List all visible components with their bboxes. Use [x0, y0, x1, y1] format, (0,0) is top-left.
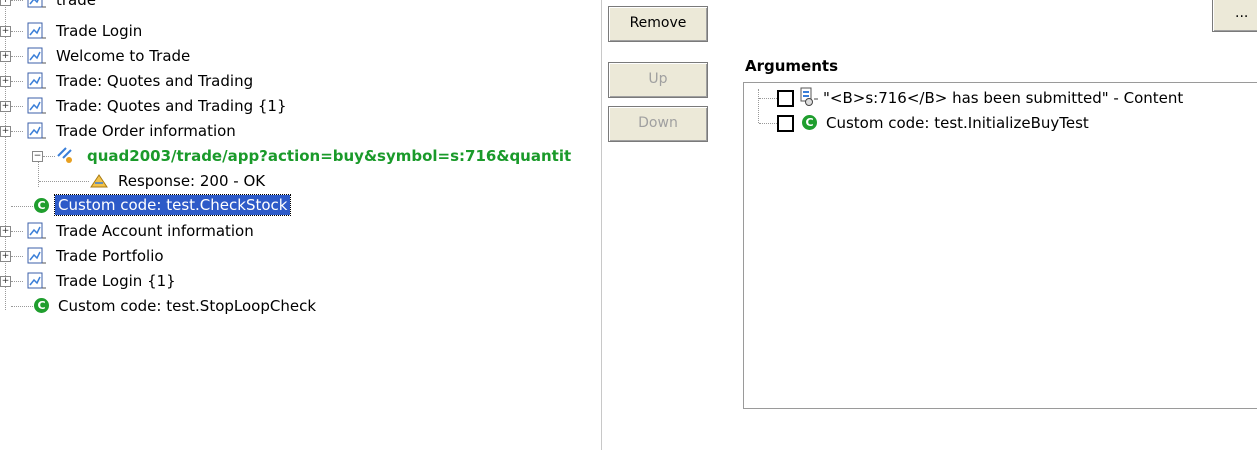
- pane-divider[interactable]: [601, 0, 602, 450]
- expand-icon[interactable]: +: [0, 26, 11, 37]
- argument-checkbox[interactable]: [777, 90, 794, 107]
- web-page-icon: [27, 0, 46, 8]
- custom-code-icon: C: [34, 198, 49, 213]
- expand-icon[interactable]: +: [0, 101, 11, 112]
- expand-icon[interactable]: +: [0, 0, 11, 6]
- expand-icon[interactable]: +: [0, 226, 11, 237]
- tree-connector: [5, 0, 6, 310]
- tree-item-label: Trade Login {1}: [56, 272, 176, 290]
- custom-code-icon: C: [802, 115, 817, 130]
- tree-item-label: Custom code: test.StopLoopCheck: [58, 297, 317, 315]
- argument-label: Custom code: test.InitializeBuyTest: [826, 114, 1089, 132]
- tree-item-label: Trade Portfolio: [56, 247, 164, 265]
- response-icon: [90, 174, 108, 188]
- web-page-icon: [27, 122, 46, 139]
- expand-icon[interactable]: +: [0, 276, 11, 287]
- web-page-icon: [27, 222, 46, 239]
- tree-item-label: Response: 200 - OK: [118, 172, 266, 190]
- remove-button[interactable]: Remove: [608, 6, 708, 42]
- web-page-icon: [27, 47, 46, 64]
- corner-button[interactable]: ...: [1212, 0, 1257, 32]
- web-page-icon: [27, 97, 46, 114]
- down-button[interactable]: Down: [608, 106, 708, 142]
- tree-item-label: Trade: Quotes and Trading {1}: [56, 97, 287, 115]
- web-page-icon: [27, 272, 46, 289]
- arguments-list[interactable]: "<B>s:716</B> has been submitted" - Cont…: [743, 82, 1257, 409]
- collapse-icon[interactable]: −: [32, 151, 43, 162]
- argument-checkbox[interactable]: [777, 115, 794, 132]
- web-page-icon: [27, 247, 46, 264]
- web-page-icon: [27, 22, 46, 39]
- up-button[interactable]: Up: [608, 62, 708, 98]
- tree-item-label: Welcome to Trade: [56, 47, 191, 65]
- expand-icon[interactable]: +: [0, 51, 11, 62]
- expand-icon[interactable]: +: [0, 251, 11, 262]
- expand-icon[interactable]: +: [0, 76, 11, 87]
- tree-item-label: Trade Account information: [56, 222, 254, 240]
- tree-item-label: quad2003/trade/app?action=buy&symbol=s:7…: [87, 147, 572, 165]
- datapool-reference-icon: [800, 87, 818, 106]
- tree-item-label: Trade: Quotes and Trading: [56, 72, 254, 90]
- tree-item-label: Trade Login: [56, 22, 143, 40]
- tree-item-label: trade: [56, 0, 96, 9]
- test-tree[interactable]: + trade + Trade Login + Welcome to Trade: [0, 0, 602, 450]
- custom-code-icon: C: [34, 298, 49, 313]
- expand-icon[interactable]: +: [0, 126, 11, 137]
- argument-label: "<B>s:716</B> has been submitted" - Cont…: [823, 89, 1184, 107]
- web-page-icon: [27, 72, 46, 89]
- tree-item-label: Trade Order information: [56, 122, 236, 140]
- tree-item-label: Custom code: test.CheckStock: [53, 194, 292, 216]
- http-request-icon: [57, 147, 72, 163]
- arguments-heading: Arguments: [745, 57, 839, 75]
